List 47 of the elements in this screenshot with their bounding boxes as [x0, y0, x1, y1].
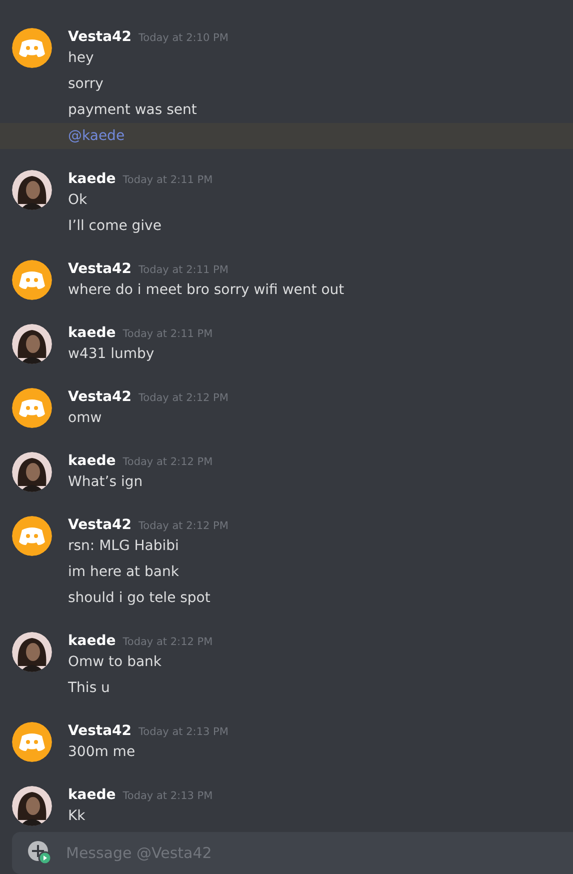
timestamp: Today at 2:10 PM: [138, 32, 228, 44]
message-text: This u: [68, 679, 110, 698]
message-text: should i go tele spot: [68, 589, 210, 608]
avatar[interactable]: [12, 786, 52, 826]
message-text: hey: [68, 49, 94, 68]
timestamp: Today at 2:11 PM: [122, 328, 213, 340]
message-text: rsn: MLG Habibi: [68, 537, 179, 556]
username[interactable]: Vesta42: [68, 723, 132, 739]
avatar[interactable]: [12, 324, 52, 364]
default-avatar-icon[interactable]: [12, 28, 52, 68]
message-text: What’s ign: [68, 473, 143, 492]
timestamp: Today at 2:12 PM: [138, 392, 228, 404]
username[interactable]: Vesta42: [68, 389, 132, 405]
message-text: where do i meet bro sorry wifi went out: [68, 281, 344, 300]
message-text: omw: [68, 409, 102, 428]
username[interactable]: Vesta42: [68, 261, 132, 277]
username[interactable]: kaede: [68, 787, 116, 803]
message-text: Omw to bank: [68, 653, 162, 672]
message-text: 300m me: [68, 743, 136, 762]
avatar[interactable]: [12, 170, 52, 210]
timestamp: Today at 2:12 PM: [122, 636, 213, 648]
username[interactable]: kaede: [68, 453, 116, 469]
timestamp: Today at 2:13 PM: [122, 790, 213, 802]
message-text: payment was sent: [68, 101, 197, 120]
timestamp: Today at 2:13 PM: [138, 726, 228, 738]
message-text: w431 lumby: [68, 345, 154, 364]
default-avatar-icon[interactable]: [12, 388, 52, 428]
timestamp: Today at 2:11 PM: [138, 264, 228, 276]
username[interactable]: Vesta42: [68, 517, 132, 533]
avatar[interactable]: [12, 452, 52, 492]
message-text: Kk: [68, 807, 86, 826]
timestamp: Today at 2:12 PM: [138, 520, 228, 532]
add-icon[interactable]: [28, 841, 52, 865]
timestamp: Today at 2:12 PM: [122, 456, 213, 468]
username[interactable]: Vesta42: [68, 29, 132, 45]
default-avatar-icon[interactable]: [12, 722, 52, 762]
default-avatar-icon[interactable]: [12, 516, 52, 556]
username[interactable]: kaede: [68, 633, 116, 649]
message-text: sorry: [68, 75, 104, 94]
username[interactable]: kaede: [68, 325, 116, 341]
message-text: im here at bank: [68, 563, 179, 582]
message-text: I’ll come give: [68, 217, 162, 236]
default-avatar-icon[interactable]: [12, 260, 52, 300]
timestamp: Today at 2:11 PM: [122, 174, 213, 186]
message-text: Ok: [68, 191, 88, 210]
avatar[interactable]: [12, 632, 52, 672]
username[interactable]: kaede: [68, 171, 116, 187]
